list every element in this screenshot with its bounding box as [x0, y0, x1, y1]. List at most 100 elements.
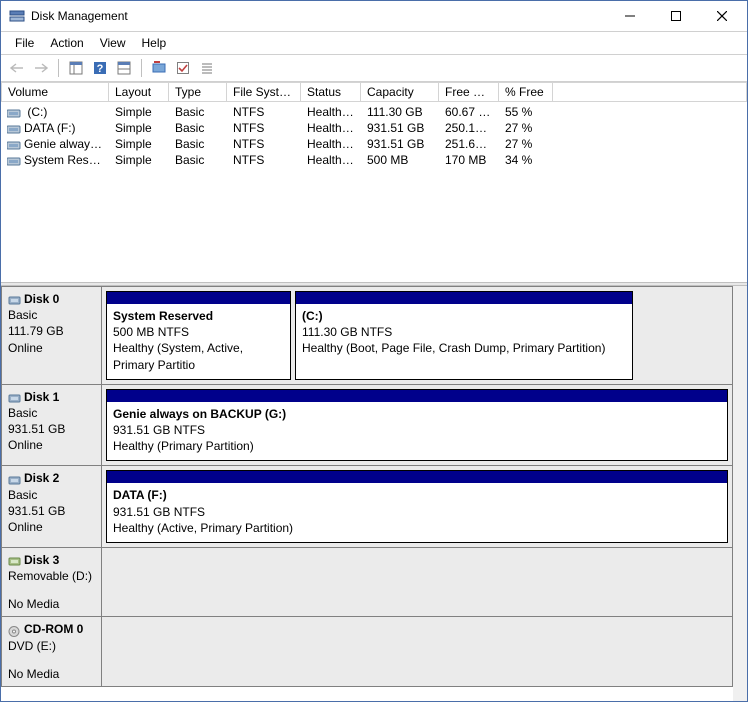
partition-name: (C:) [302, 308, 626, 324]
partition[interactable]: Genie always on BACKUP (G:)931.51 GB NTF… [106, 389, 728, 462]
disk-info[interactable]: Disk 0Basic111.79 GBOnline [2, 287, 102, 384]
separator [141, 59, 142, 77]
menu-action[interactable]: Action [42, 34, 91, 52]
disk-size: 931.51 GB [8, 503, 95, 519]
volume-row[interactable]: System ReservedSimpleBasicNTFSHealthy (S… [1, 152, 747, 168]
volume-capacity: 931.51 GB [361, 137, 439, 151]
col-spacer [553, 82, 747, 102]
disk-type: Basic [8, 307, 95, 323]
partition-size: 111.30 GB NTFS [302, 324, 626, 340]
disk-status: Online [8, 437, 95, 453]
partition[interactable]: (C:)111.30 GB NTFSHealthy (Boot, Page Fi… [295, 291, 633, 380]
disk-type: Removable (D:) [8, 568, 95, 584]
volume-free: 170 MB [439, 153, 499, 167]
volume-icon [7, 108, 21, 118]
toolbar: ? [1, 55, 747, 82]
volume-name: Genie always on B... [24, 137, 109, 151]
settings-button[interactable] [114, 58, 134, 78]
partitions: System Reserved500 MB NTFSHealthy (Syste… [102, 287, 732, 384]
disk-name: Disk 0 [24, 292, 59, 306]
help-button[interactable]: ? [90, 58, 110, 78]
col-percent-free[interactable]: % Free [499, 82, 553, 102]
disk-icon [8, 392, 22, 403]
partition-name: Genie always on BACKUP (G:) [113, 406, 721, 422]
volume-status: Healthy (A... [301, 121, 361, 135]
disk-name: Disk 1 [24, 390, 59, 404]
titlebar: Disk Management [1, 1, 747, 31]
forward-button[interactable] [31, 58, 51, 78]
volume-type: Basic [169, 153, 227, 167]
volume-pfree: 34 % [499, 153, 553, 167]
disk-icon [8, 625, 22, 636]
volume-row[interactable]: DATA (F:)SimpleBasicNTFSHealthy (A...931… [1, 120, 747, 136]
volume-free: 251.66 GB [439, 137, 499, 151]
volume-icon [7, 156, 21, 166]
partition-empty-space [637, 291, 729, 380]
menu-view[interactable]: View [92, 34, 134, 52]
minimize-button[interactable] [607, 2, 653, 30]
close-button[interactable] [699, 2, 745, 30]
partition-name: DATA (F:) [113, 487, 721, 503]
disk-size: 931.51 GB [8, 421, 95, 437]
volume-status: Healthy (P... [301, 137, 361, 151]
refresh-button[interactable] [149, 58, 169, 78]
disk-name: Disk 3 [24, 553, 59, 567]
volume-type: Basic [169, 121, 227, 135]
disk-info[interactable]: Disk 1Basic931.51 GBOnline [2, 385, 102, 466]
volume-icon [7, 124, 21, 134]
maximize-button[interactable] [653, 2, 699, 30]
partition-size: 500 MB NTFS [113, 324, 284, 340]
volume-capacity: 500 MB [361, 153, 439, 167]
disk-info[interactable]: Disk 2Basic931.51 GBOnline [2, 466, 102, 547]
separator [58, 59, 59, 77]
partitions-empty [102, 548, 732, 617]
menu-file[interactable]: File [7, 34, 42, 52]
volume-fs: NTFS [227, 105, 301, 119]
col-capacity[interactable]: Capacity [361, 82, 439, 102]
disk-status: No Media [8, 666, 95, 682]
menu-help[interactable]: Help [134, 34, 175, 52]
back-button[interactable] [7, 58, 27, 78]
checkbox-icon[interactable] [173, 58, 193, 78]
menubar: File Action View Help [1, 31, 747, 55]
col-free-space[interactable]: Free Spa... [439, 82, 499, 102]
partition-header [107, 390, 727, 402]
disk-info[interactable]: CD-ROM 0DVD (E:)No Media [2, 617, 102, 686]
volume-layout: Simple [109, 153, 169, 167]
partitions-empty [102, 617, 732, 686]
volume-free: 250.13 GB [439, 121, 499, 135]
volume-layout: Simple [109, 137, 169, 151]
col-type[interactable]: Type [169, 82, 227, 102]
volume-free: 60.67 GB [439, 105, 499, 119]
col-status[interactable]: Status [301, 82, 361, 102]
disk-status: No Media [8, 596, 95, 612]
volume-status: Healthy (S... [301, 153, 361, 167]
disk-status: Online [8, 519, 95, 535]
volume-capacity: 931.51 GB [361, 121, 439, 135]
volume-row[interactable]: (C:)SimpleBasicNTFSHealthy (B...111.30 G… [1, 104, 747, 120]
svg-text:?: ? [97, 63, 104, 75]
col-filesystem[interactable]: File System [227, 82, 301, 102]
partition-header [107, 292, 290, 304]
col-layout[interactable]: Layout [109, 82, 169, 102]
disk-name: CD-ROM 0 [24, 622, 83, 636]
disk-icon [8, 474, 22, 485]
volume-type: Basic [169, 105, 227, 119]
col-volume[interactable]: Volume [1, 82, 109, 102]
disk-icon [8, 294, 22, 305]
disk-name: Disk 2 [24, 471, 59, 485]
disk-info[interactable]: Disk 3Removable (D:) No Media [2, 548, 102, 617]
partition[interactable]: DATA (F:)931.51 GB NTFSHealthy (Active, … [106, 470, 728, 543]
volume-layout: Simple [109, 121, 169, 135]
disk-row: Disk 1Basic931.51 GBOnlineGenie always o… [1, 385, 733, 467]
disk-row: CD-ROM 0DVD (E:)No Media [1, 617, 733, 687]
app-icon [9, 8, 25, 24]
partition-size: 931.51 GB NTFS [113, 422, 721, 438]
disk-row: Disk 3Removable (D:) No Media [1, 548, 733, 618]
volume-fs: NTFS [227, 121, 301, 135]
list-button[interactable] [197, 58, 217, 78]
volume-row[interactable]: Genie always on B...SimpleBasicNTFSHealt… [1, 136, 747, 152]
volume-capacity: 111.30 GB [361, 105, 439, 119]
show-hide-tree-button[interactable] [66, 58, 86, 78]
partition[interactable]: System Reserved500 MB NTFSHealthy (Syste… [106, 291, 291, 380]
